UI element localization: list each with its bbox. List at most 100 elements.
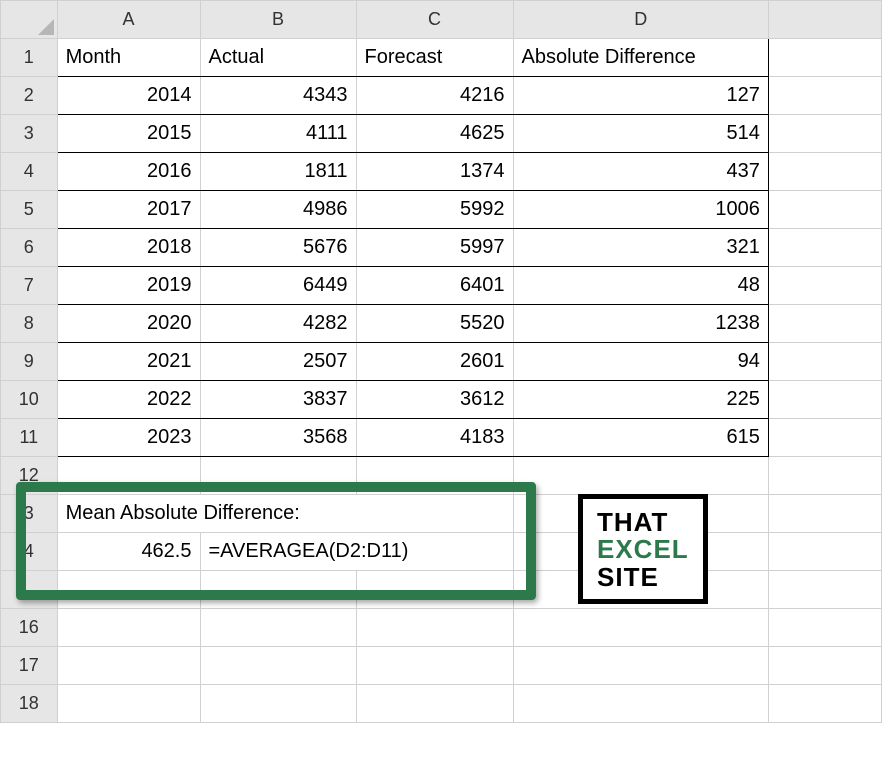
cell-B8[interactable]: 4282 xyxy=(200,305,356,343)
cell-A1[interactable]: Month xyxy=(57,39,200,77)
cell-D5[interactable]: 1006 xyxy=(513,191,768,229)
cell-E8[interactable] xyxy=(768,305,881,343)
row-header-14[interactable]: 4 xyxy=(1,533,58,571)
cell-E5[interactable] xyxy=(768,191,881,229)
cell-A3[interactable]: 2015 xyxy=(57,115,200,153)
cell-C11[interactable]: 4183 xyxy=(356,419,513,457)
cell-C1[interactable]: Forecast xyxy=(356,39,513,77)
cell-B16[interactable] xyxy=(200,609,356,647)
cell-B12[interactable] xyxy=(200,457,356,495)
cell-A14[interactable]: 462.5 xyxy=(57,533,200,571)
cell-E6[interactable] xyxy=(768,229,881,267)
cell-C18[interactable] xyxy=(356,685,513,723)
cell-B14[interactable]: =AVERAGEA(D2:D11) xyxy=(200,533,513,571)
col-header-A[interactable]: A xyxy=(57,1,200,39)
col-header-C[interactable]: C xyxy=(356,1,513,39)
cell-C2[interactable]: 4216 xyxy=(356,77,513,115)
cell-B18[interactable] xyxy=(200,685,356,723)
row-header-3[interactable]: 3 xyxy=(1,115,58,153)
cell-D3[interactable]: 514 xyxy=(513,115,768,153)
row-header-12[interactable]: 12 xyxy=(1,457,58,495)
cell-A6[interactable]: 2018 xyxy=(57,229,200,267)
cell-A5[interactable]: 2017 xyxy=(57,191,200,229)
row-header-7[interactable]: 7 xyxy=(1,267,58,305)
cell-A9[interactable]: 2021 xyxy=(57,343,200,381)
cell-A2[interactable]: 2014 xyxy=(57,77,200,115)
cell-A8[interactable]: 2020 xyxy=(57,305,200,343)
cell-B6[interactable]: 5676 xyxy=(200,229,356,267)
cell-E11[interactable] xyxy=(768,419,881,457)
cell-B7[interactable]: 6449 xyxy=(200,267,356,305)
row-header-10[interactable]: 10 xyxy=(1,381,58,419)
cell-E10[interactable] xyxy=(768,381,881,419)
cell-C10[interactable]: 3612 xyxy=(356,381,513,419)
cell-E4[interactable] xyxy=(768,153,881,191)
cell-C15[interactable] xyxy=(356,571,513,609)
row-header-17[interactable]: 17 xyxy=(1,647,58,685)
cell-E14[interactable] xyxy=(768,533,881,571)
cell-D8[interactable]: 1238 xyxy=(513,305,768,343)
row-header-2[interactable]: 2 xyxy=(1,77,58,115)
row-header-15[interactable] xyxy=(1,571,58,609)
cell-B9[interactable]: 2507 xyxy=(200,343,356,381)
cell-C9[interactable]: 2601 xyxy=(356,343,513,381)
cell-B17[interactable] xyxy=(200,647,356,685)
cell-E2[interactable] xyxy=(768,77,881,115)
cell-A4[interactable]: 2016 xyxy=(57,153,200,191)
cell-B10[interactable]: 3837 xyxy=(200,381,356,419)
cell-D4[interactable]: 437 xyxy=(513,153,768,191)
col-header-B[interactable]: B xyxy=(200,1,356,39)
cell-C17[interactable] xyxy=(356,647,513,685)
row-header-13[interactable]: 3 xyxy=(1,495,58,533)
row-header-11[interactable]: 11 xyxy=(1,419,58,457)
cell-A11[interactable]: 2023 xyxy=(57,419,200,457)
cell-E15[interactable] xyxy=(768,571,881,609)
row-header-6[interactable]: 6 xyxy=(1,229,58,267)
cell-A17[interactable] xyxy=(57,647,200,685)
cell-C6[interactable]: 5997 xyxy=(356,229,513,267)
cell-C3[interactable]: 4625 xyxy=(356,115,513,153)
cell-A10[interactable]: 2022 xyxy=(57,381,200,419)
cell-C7[interactable]: 6401 xyxy=(356,267,513,305)
cell-C16[interactable] xyxy=(356,609,513,647)
cell-B15[interactable] xyxy=(200,571,356,609)
cell-A16[interactable] xyxy=(57,609,200,647)
cell-B4[interactable]: 1811 xyxy=(200,153,356,191)
cell-C8[interactable]: 5520 xyxy=(356,305,513,343)
cell-A7[interactable]: 2019 xyxy=(57,267,200,305)
cell-E16[interactable] xyxy=(768,609,881,647)
col-header-D[interactable]: D xyxy=(513,1,768,39)
cell-E9[interactable] xyxy=(768,343,881,381)
cell-B1[interactable]: Actual xyxy=(200,39,356,77)
cell-D1[interactable]: Absolute Difference xyxy=(513,39,768,77)
cell-C12[interactable] xyxy=(356,457,513,495)
cell-E17[interactable] xyxy=(768,647,881,685)
row-header-4[interactable]: 4 xyxy=(1,153,58,191)
cell-C5[interactable]: 5992 xyxy=(356,191,513,229)
cell-D12[interactable] xyxy=(513,457,768,495)
cell-D2[interactable]: 127 xyxy=(513,77,768,115)
cell-E12[interactable] xyxy=(768,457,881,495)
cell-D6[interactable]: 321 xyxy=(513,229,768,267)
select-all-corner[interactable] xyxy=(1,1,58,39)
cell-B11[interactable]: 3568 xyxy=(200,419,356,457)
cell-B3[interactable]: 4111 xyxy=(200,115,356,153)
row-header-1[interactable]: 1 xyxy=(1,39,58,77)
cell-D18[interactable] xyxy=(513,685,768,723)
cell-B5[interactable]: 4986 xyxy=(200,191,356,229)
cell-D10[interactable]: 225 xyxy=(513,381,768,419)
cell-A15[interactable] xyxy=(57,571,200,609)
cell-C4[interactable]: 1374 xyxy=(356,153,513,191)
row-header-18[interactable]: 18 xyxy=(1,685,58,723)
row-header-9[interactable]: 9 xyxy=(1,343,58,381)
row-header-5[interactable]: 5 xyxy=(1,191,58,229)
cell-D9[interactable]: 94 xyxy=(513,343,768,381)
cell-D16[interactable] xyxy=(513,609,768,647)
cell-A12[interactable] xyxy=(57,457,200,495)
col-header-E[interactable] xyxy=(768,1,881,39)
cell-D11[interactable]: 615 xyxy=(513,419,768,457)
cell-D17[interactable] xyxy=(513,647,768,685)
cell-E1[interactable] xyxy=(768,39,881,77)
cell-E3[interactable] xyxy=(768,115,881,153)
cell-E18[interactable] xyxy=(768,685,881,723)
